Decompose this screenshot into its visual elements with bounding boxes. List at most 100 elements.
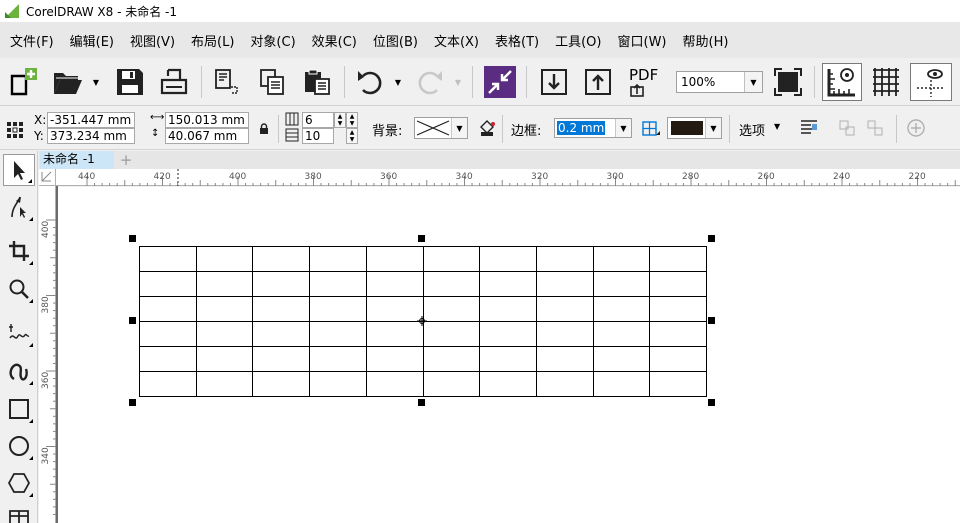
window-title: CorelDRAW X8 - 未命名 -1 — [26, 4, 178, 19]
ruler-origin[interactable] — [39, 169, 56, 186]
width-input[interactable]: 150.013 mm — [165, 112, 249, 128]
open-button[interactable] — [50, 64, 86, 100]
zoom-tool[interactable] — [3, 273, 35, 305]
ruler-h-label: 260 — [758, 172, 775, 182]
crop-tool-icon — [9, 241, 29, 261]
ruler-h-label: 360 — [380, 172, 397, 182]
selection-handle[interactable] — [129, 235, 136, 242]
selection-handle[interactable] — [129, 317, 136, 324]
x-position-input[interactable]: -351.447 mm — [47, 112, 135, 128]
document-tab-bar: 未命名 -1 + — [39, 151, 960, 169]
menu-effects[interactable]: 效果(C) — [304, 22, 365, 58]
ruler-h-label: 300 — [607, 172, 624, 182]
table-rows-icon — [285, 112, 299, 129]
ruler-h-label: 420 — [154, 172, 171, 182]
freehand-tool[interactable] — [3, 317, 35, 349]
crop-tool[interactable] — [3, 235, 35, 267]
undo-icon — [358, 71, 382, 95]
menu-table[interactable]: 表格(T) — [487, 22, 547, 58]
polygon-tool-icon — [8, 473, 30, 493]
selection-handle[interactable] — [418, 235, 425, 242]
lock-ratio-button[interactable] — [259, 123, 269, 138]
menu-file[interactable]: 文件(F) — [2, 22, 62, 58]
menu-help[interactable]: 帮助(H) — [675, 22, 737, 58]
menu-object[interactable]: 对象(C) — [242, 22, 303, 58]
options-label[interactable]: 选项 — [739, 120, 765, 139]
align-objects-button[interactable] — [838, 119, 856, 140]
table-columns-icon — [285, 128, 299, 145]
redo-dropdown-arrow[interactable]: ▼ — [452, 72, 464, 92]
new-document-button[interactable] — [6, 64, 42, 100]
drawing-canvas[interactable] — [57, 187, 960, 523]
artistic-media-tool[interactable] — [3, 355, 35, 387]
border-width-value: 0.2 mm — [557, 121, 606, 135]
full-screen-icon — [774, 68, 802, 96]
menu-view[interactable]: 视图(V) — [122, 22, 183, 58]
redo-button[interactable] — [412, 64, 448, 100]
shape-tool-icon — [11, 196, 26, 218]
border-color-picker[interactable]: ▼ — [667, 117, 722, 139]
options-dropdown-arrow[interactable]: ▼ — [774, 122, 780, 131]
polygon-tool[interactable] — [3, 467, 35, 499]
columns-spinner[interactable]: ▲ ▼ — [346, 128, 358, 144]
menu-layout[interactable]: 布局(L) — [183, 22, 242, 58]
selection-handle[interactable] — [708, 317, 715, 324]
table-object[interactable] — [57, 187, 960, 523]
align-distribute-button[interactable] — [866, 119, 884, 140]
text-wrap-button[interactable] — [800, 119, 820, 140]
border-width-select[interactable]: 0.2 mm ▼ — [554, 118, 632, 138]
pick-tool[interactable] — [3, 154, 35, 186]
show-grid-button[interactable] — [868, 64, 904, 100]
edit-fill-button[interactable] — [478, 119, 496, 140]
vertical-ruler[interactable]: 400 380 360 340 — [39, 186, 56, 523]
border-sides-button[interactable] — [641, 120, 661, 141]
table-columns-input[interactable]: 10 — [302, 128, 334, 144]
menu-text[interactable]: 文本(X) — [426, 22, 487, 58]
add-preset-button[interactable] — [906, 118, 926, 141]
open-dropdown-arrow[interactable]: ▼ — [90, 72, 102, 92]
show-rulers-button[interactable] — [822, 63, 862, 101]
selection-handle[interactable] — [418, 399, 425, 406]
object-origin-button[interactable] — [6, 121, 24, 142]
selection-handle[interactable] — [129, 399, 136, 406]
background-color-picker[interactable]: ▼ — [414, 117, 468, 139]
shape-tool[interactable] — [3, 191, 35, 223]
rows-spinner[interactable]: ▲ ▼ — [334, 112, 346, 128]
ellipse-tool[interactable] — [3, 430, 35, 462]
cut-icon — [215, 69, 238, 94]
save-icon — [117, 69, 143, 95]
rows-spinner-up[interactable]: ▲ ▼ — [346, 112, 358, 128]
publish-pdf-button[interactable]: PDF — [626, 64, 662, 100]
height-input[interactable]: 40.067 mm — [165, 128, 249, 144]
export-button[interactable] — [580, 64, 616, 100]
menu-edit[interactable]: 编辑(E) — [62, 22, 122, 58]
menu-tools[interactable]: 工具(O) — [547, 22, 609, 58]
chevron-down-icon: ▼ — [451, 118, 467, 138]
width-arrow-icon: ⟷ — [150, 112, 165, 123]
zoom-level-select[interactable]: 100% ▼ — [676, 71, 763, 93]
horizontal-ruler[interactable]: 440 420 400 380 360 340 320 300 280 260 240 220 — [39, 169, 960, 186]
cut-button[interactable] — [208, 64, 244, 100]
selection-handle[interactable] — [708, 235, 715, 242]
document-tab[interactable]: 未命名 -1 — [40, 151, 114, 169]
table-tool[interactable] — [3, 505, 35, 523]
paste-button[interactable] — [299, 64, 335, 100]
undo-button[interactable] — [352, 64, 388, 100]
full-screen-button[interactable] — [770, 64, 806, 100]
selection-handle[interactable] — [708, 399, 715, 406]
y-position-input[interactable]: 373.234 mm — [47, 128, 135, 144]
menu-bar: 文件(F) 编辑(E) 视图(V) 布局(L) 对象(C) 效果(C) 位图(B… — [0, 22, 960, 58]
undo-dropdown-arrow[interactable]: ▼ — [392, 72, 404, 92]
show-guidelines-button[interactable] — [910, 63, 952, 101]
table-rows-input[interactable]: 6 — [302, 112, 334, 128]
copy-button[interactable] — [254, 64, 290, 100]
save-button[interactable] — [112, 64, 148, 100]
rectangle-tool[interactable] — [3, 393, 35, 425]
import-button[interactable] — [536, 64, 572, 100]
search-content-button[interactable] — [482, 64, 518, 100]
add-document-icon[interactable]: + — [118, 153, 134, 168]
border-sides-icon — [642, 121, 660, 136]
menu-bitmaps[interactable]: 位图(B) — [365, 22, 426, 58]
print-button[interactable] — [156, 64, 192, 100]
menu-window[interactable]: 窗口(W) — [610, 22, 675, 58]
